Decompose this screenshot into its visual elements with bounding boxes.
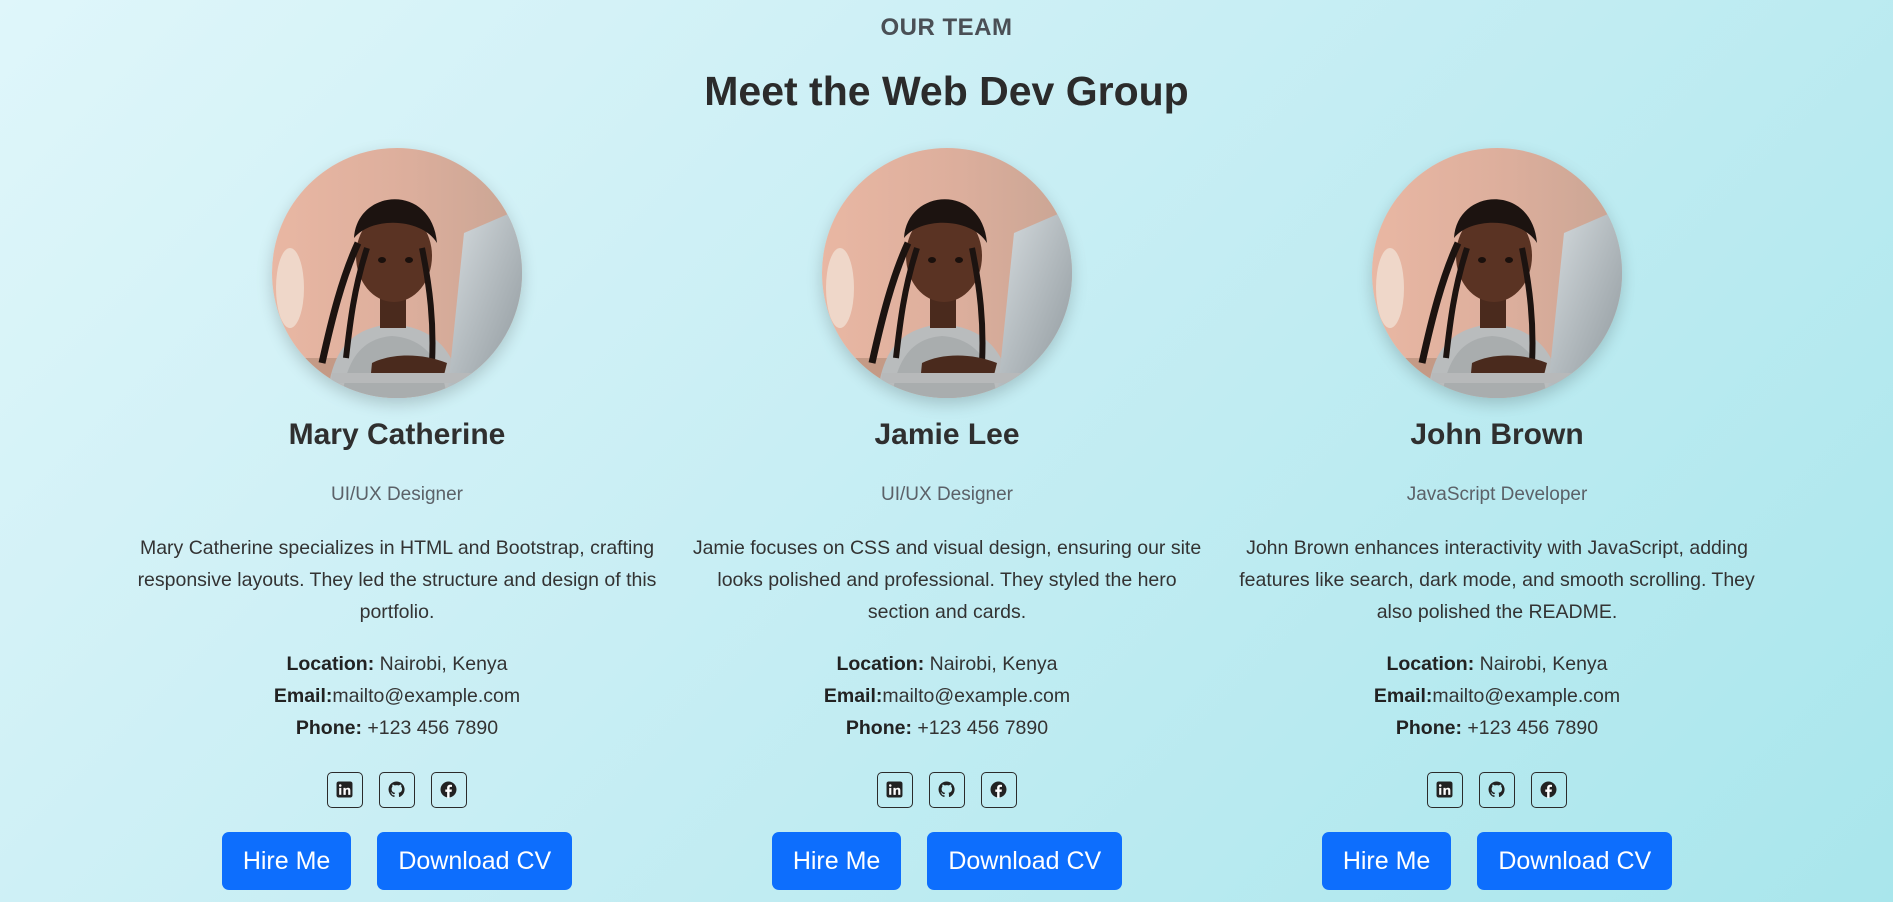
member-contacts: Location: Nairobi, Kenya Email:mailto@ex… bbox=[1237, 648, 1757, 744]
member-photo bbox=[822, 148, 1072, 398]
facebook-icon bbox=[440, 781, 457, 798]
github-link[interactable] bbox=[929, 772, 965, 808]
linkedin-icon bbox=[336, 781, 353, 798]
email-row: Email:mailto@example.com bbox=[1237, 680, 1757, 712]
phone-value: +123 456 7890 bbox=[1467, 717, 1599, 739]
location-value: Nairobi, Kenya bbox=[1479, 653, 1608, 675]
email-label: Email: bbox=[273, 685, 333, 707]
member-role: JavaScript Developer bbox=[1406, 484, 1588, 505]
linkedin-link[interactable] bbox=[327, 772, 363, 808]
email-row: Email:mailto@example.com bbox=[137, 680, 657, 712]
phone-label: Phone: bbox=[295, 717, 362, 739]
member-bio: John Brown enhances interactivity with J… bbox=[1239, 537, 1755, 623]
location-row: Location: Nairobi, Kenya bbox=[687, 648, 1207, 680]
location-row: Location: Nairobi, Kenya bbox=[1237, 648, 1757, 680]
social-links bbox=[1237, 772, 1757, 808]
linkedin-link[interactable] bbox=[877, 772, 913, 808]
facebook-link[interactable] bbox=[431, 772, 467, 808]
member-name: Jamie Lee bbox=[874, 418, 1020, 451]
phone-row: Phone: +123 456 7890 bbox=[687, 712, 1207, 744]
facebook-icon bbox=[990, 781, 1007, 798]
facebook-icon bbox=[1540, 781, 1557, 798]
facebook-link[interactable] bbox=[981, 772, 1017, 808]
member-contacts: Location: Nairobi, Kenya Email:mailto@ex… bbox=[687, 648, 1207, 744]
phone-value: +123 456 7890 bbox=[917, 717, 1049, 739]
hire-me-button[interactable]: Hire Me bbox=[771, 832, 902, 890]
location-label: Location: bbox=[1386, 653, 1475, 675]
member-bio: Jamie focuses on CSS and visual design, … bbox=[692, 537, 1202, 623]
phone-label: Phone: bbox=[1395, 717, 1462, 739]
email-label: Email: bbox=[1373, 685, 1433, 707]
download-cv-button[interactable]: Download CV bbox=[1477, 832, 1673, 890]
linkedin-icon bbox=[1436, 781, 1453, 798]
social-links bbox=[687, 772, 1207, 808]
hire-me-button[interactable]: Hire Me bbox=[221, 832, 352, 890]
member-name: Mary Catherine bbox=[288, 418, 506, 451]
team-section: OUR TEAM Meet the Web Dev Group Mary Cat… bbox=[0, 0, 1893, 902]
phone-value: +123 456 7890 bbox=[367, 717, 499, 739]
location-value: Nairobi, Kenya bbox=[929, 653, 1058, 675]
facebook-link[interactable] bbox=[1531, 772, 1567, 808]
phone-row: Phone: +123 456 7890 bbox=[1237, 712, 1757, 744]
location-label: Location: bbox=[286, 653, 375, 675]
card-actions: Hire Me Download CV bbox=[687, 832, 1207, 890]
github-link[interactable] bbox=[379, 772, 415, 808]
member-photo bbox=[272, 148, 522, 398]
social-links bbox=[137, 772, 657, 808]
phone-row: Phone: +123 456 7890 bbox=[137, 712, 657, 744]
member-role: UI/UX Designer bbox=[331, 484, 463, 505]
email-value: mailto@example.com bbox=[1432, 685, 1621, 707]
email-row: Email:mailto@example.com bbox=[687, 680, 1207, 712]
member-contacts: Location: Nairobi, Kenya Email:mailto@ex… bbox=[137, 648, 657, 744]
download-cv-button[interactable]: Download CV bbox=[377, 832, 573, 890]
linkedin-icon bbox=[886, 781, 903, 798]
location-label: Location: bbox=[836, 653, 925, 675]
team-card: Jamie Lee UI/UX Designer Jamie focuses o… bbox=[687, 0, 1207, 902]
github-link[interactable] bbox=[1479, 772, 1515, 808]
download-cv-button[interactable]: Download CV bbox=[927, 832, 1123, 890]
member-role: UI/UX Designer bbox=[881, 484, 1013, 505]
member-bio: Mary Catherine specializes in HTML and B… bbox=[137, 537, 657, 623]
phone-label: Phone: bbox=[845, 717, 912, 739]
github-icon bbox=[938, 781, 955, 798]
email-value: mailto@example.com bbox=[332, 685, 521, 707]
linkedin-link[interactable] bbox=[1427, 772, 1463, 808]
member-photo bbox=[1372, 148, 1622, 398]
location-row: Location: Nairobi, Kenya bbox=[137, 648, 657, 680]
team-card: John Brown JavaScript Developer John Bro… bbox=[1237, 0, 1757, 902]
card-actions: Hire Me Download CV bbox=[1237, 832, 1757, 890]
github-icon bbox=[1488, 781, 1505, 798]
email-value: mailto@example.com bbox=[882, 685, 1071, 707]
card-actions: Hire Me Download CV bbox=[137, 832, 657, 890]
email-label: Email: bbox=[823, 685, 883, 707]
member-name: John Brown bbox=[1410, 418, 1584, 451]
github-icon bbox=[388, 781, 405, 798]
location-value: Nairobi, Kenya bbox=[379, 653, 508, 675]
team-card: Mary Catherine UI/UX Designer Mary Cathe… bbox=[137, 0, 657, 902]
hire-me-button[interactable]: Hire Me bbox=[1321, 832, 1452, 890]
